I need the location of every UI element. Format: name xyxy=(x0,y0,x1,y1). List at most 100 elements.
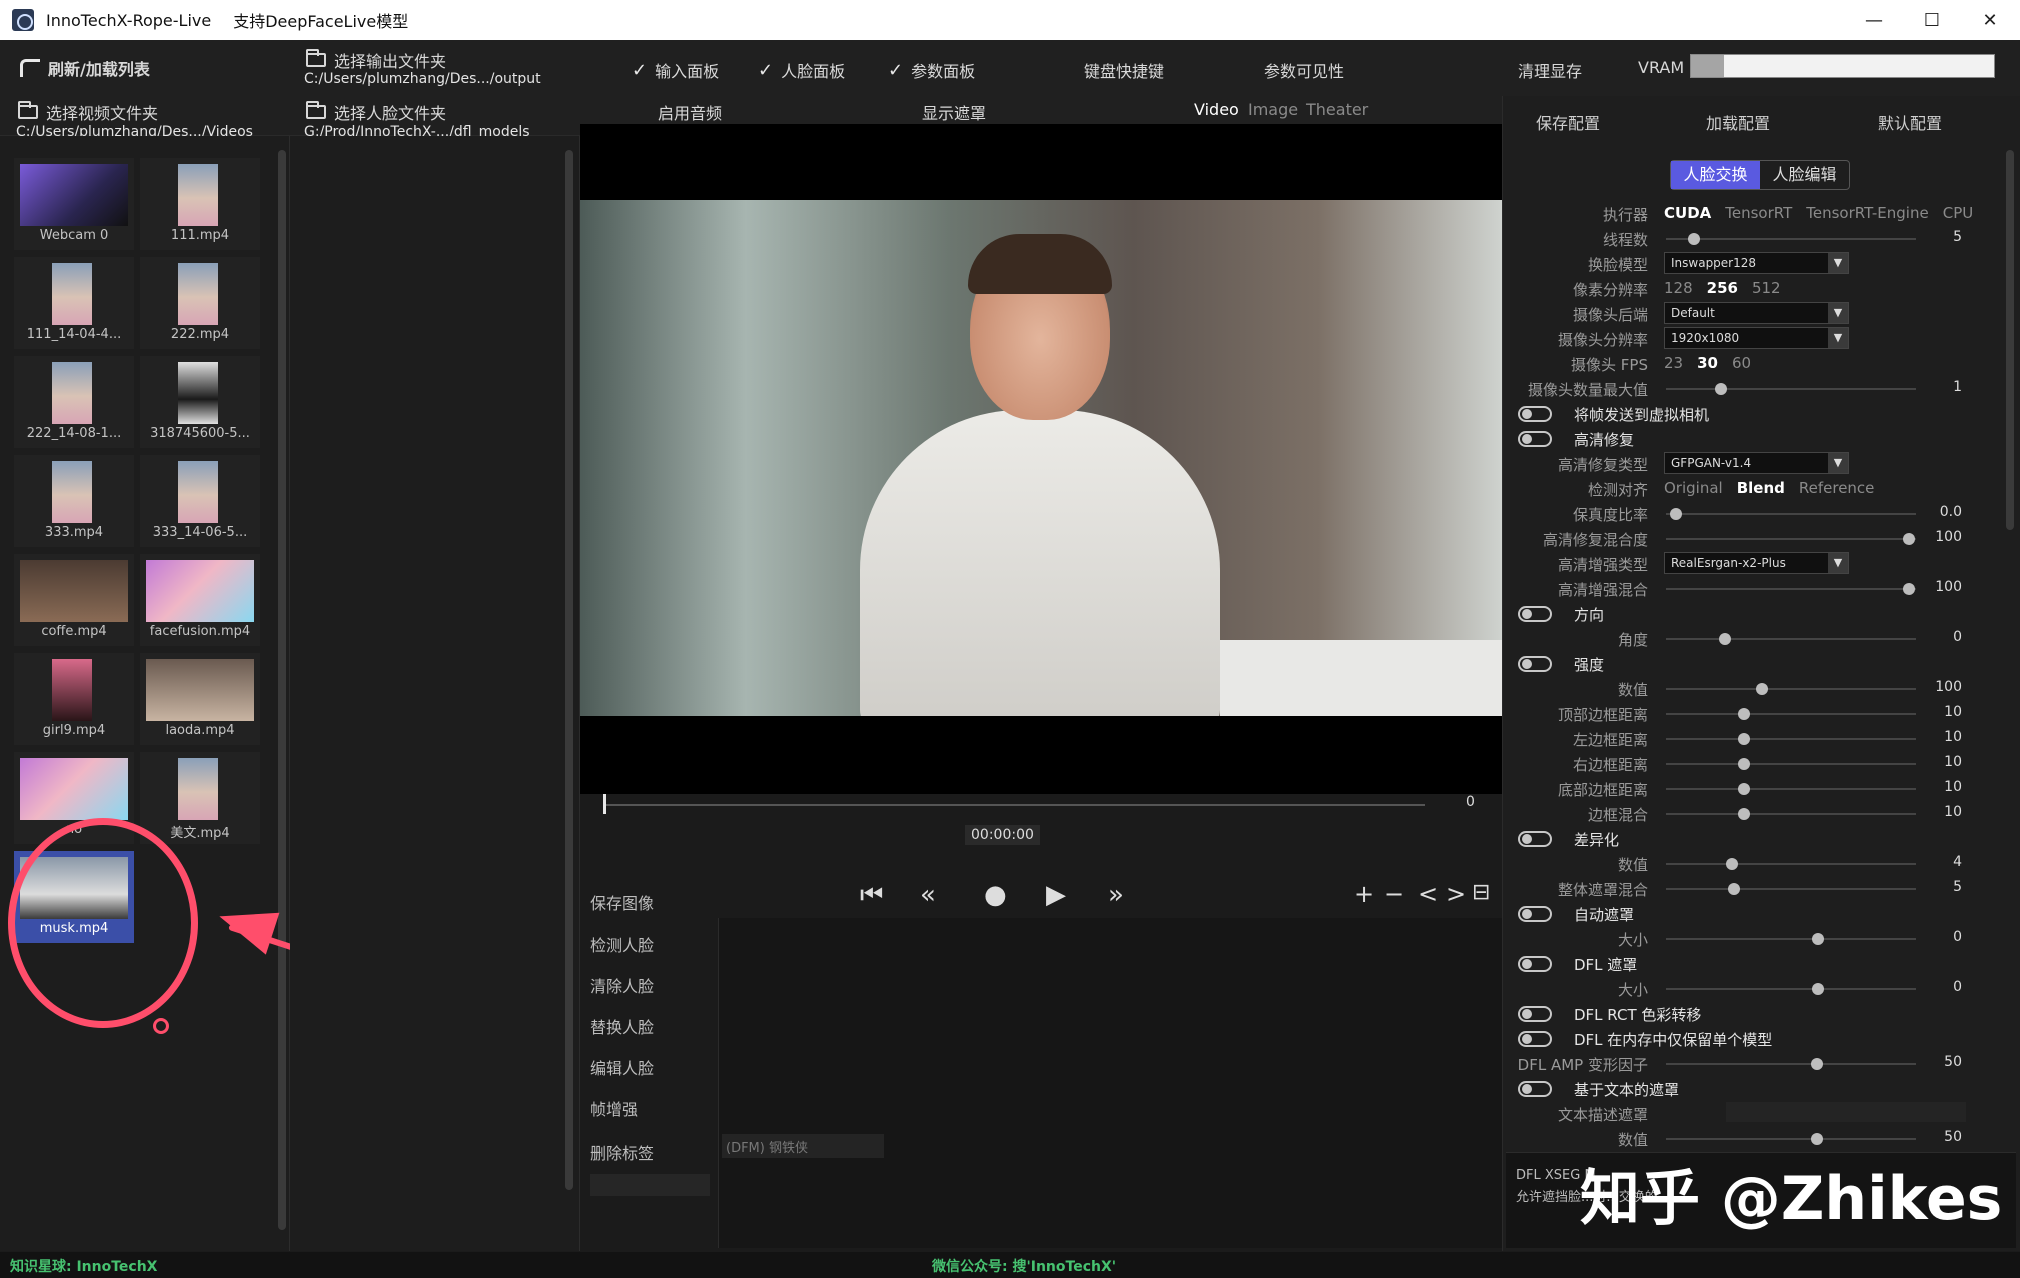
video-thumb-318745600[interactable]: 318745600-5... xyxy=(140,356,260,448)
dfl-amp-knob[interactable] xyxy=(1811,1058,1823,1070)
left-border-knob[interactable] xyxy=(1738,733,1750,745)
record-icon[interactable]: ● xyxy=(984,880,1007,910)
diff-toggle[interactable] xyxy=(1518,831,1552,847)
save-name-input[interactable] xyxy=(590,1174,710,1196)
strength-knob[interactable] xyxy=(1756,683,1768,695)
keyboard-shortcuts-button[interactable]: 键盘快捷键 xyxy=(1084,58,1164,82)
pixel-res-256[interactable]: 256 xyxy=(1707,279,1738,297)
strength-value[interactable]: 100 xyxy=(1912,679,1962,695)
refresh-list-button[interactable]: 刷新/加载列表 xyxy=(20,56,150,80)
dfl-mask-toggle[interactable] xyxy=(1518,956,1552,972)
dfl-size-value[interactable]: 0 xyxy=(1912,979,1962,995)
text-desc-input[interactable] xyxy=(1726,1102,1966,1122)
border-blend-value[interactable]: 10 xyxy=(1912,804,1962,820)
enhance-type-select[interactable]: RealEsrgan-x2-Plus ▼ xyxy=(1664,552,1849,574)
video-thumb-laoda[interactable]: laoda.mp4 xyxy=(140,653,260,745)
dfl-amp-value[interactable]: 50 xyxy=(1912,1054,1962,1070)
enhance-blend-slider[interactable] xyxy=(1666,588,1916,590)
skip-start-icon[interactable]: ⏮ xyxy=(860,880,883,911)
cam-max-knob[interactable] xyxy=(1715,383,1727,395)
dfl-single-toggle[interactable] xyxy=(1518,1031,1552,1047)
right-border-slider[interactable] xyxy=(1666,763,1916,765)
cam-backend-select[interactable]: Default ▼ xyxy=(1664,302,1849,324)
diff-slider[interactable] xyxy=(1666,863,1916,865)
border-blend-slider[interactable] xyxy=(1666,813,1916,815)
face-panel-toggle[interactable]: ✓ 人脸面板 xyxy=(758,58,845,82)
hd-blend-slider[interactable] xyxy=(1666,538,1916,540)
left-border-slider[interactable] xyxy=(1666,738,1916,740)
executor-cpu[interactable]: CPU xyxy=(1943,204,1974,222)
edit-faces-button[interactable]: 编辑人脸 xyxy=(590,1055,654,1079)
strength-slider[interactable] xyxy=(1666,688,1916,690)
bottom-border-knob[interactable] xyxy=(1738,783,1750,795)
top-border-value[interactable]: 10 xyxy=(1912,704,1962,720)
video-thumb-girl9[interactable]: girl9.mp4 xyxy=(14,653,134,745)
video-thumb-facefusion[interactable]: facefusion.mp4 xyxy=(140,554,260,646)
video-thumb-meiwen[interactable]: 美文.mp4 xyxy=(140,752,260,844)
executor-tensorrt[interactable]: TensorRT xyxy=(1725,204,1792,222)
minimize-button[interactable]: — xyxy=(1845,0,1903,40)
executor-cuda[interactable]: CUDA xyxy=(1664,204,1711,222)
video-thumb-111-14[interactable]: 111_14-04-4... xyxy=(14,257,134,349)
face-list-scrollbar[interactable] xyxy=(565,150,573,1190)
tab-theater[interactable]: Theater xyxy=(1306,100,1368,119)
pixel-res-512[interactable]: 512 xyxy=(1752,279,1781,297)
rewind-icon[interactable]: « xyxy=(920,880,936,910)
remove-marker-icon[interactable]: − xyxy=(1384,880,1404,908)
detect-faces-button[interactable]: 检测人脸 xyxy=(590,932,654,956)
params-scrollbar[interactable] xyxy=(2006,150,2014,530)
auto-size-knob[interactable] xyxy=(1812,933,1824,945)
dfl-size-knob[interactable] xyxy=(1812,983,1824,995)
diff-value[interactable]: 4 xyxy=(1912,854,1962,870)
cam-res-select[interactable]: 1920x1080 ▼ xyxy=(1664,327,1849,349)
select-video-folder-button[interactable]: 选择视频文件夹 xyxy=(18,100,158,124)
angle-slider[interactable] xyxy=(1666,638,1916,640)
top-border-slider[interactable] xyxy=(1666,713,1916,715)
close-button[interactable]: ✕ xyxy=(1961,0,2019,40)
auto-mask-toggle[interactable] xyxy=(1518,906,1552,922)
select-output-folder-button[interactable]: 选择输出文件夹 xyxy=(306,48,446,72)
mask-blend-value[interactable]: 5 xyxy=(1912,879,1962,895)
video-thumb-222[interactable]: 222.mp4 xyxy=(140,257,260,349)
play-icon[interactable]: ▶ xyxy=(1046,880,1066,910)
bottom-border-slider[interactable] xyxy=(1666,788,1916,790)
angle-knob[interactable] xyxy=(1719,633,1731,645)
delete-tag-button[interactable]: 删除标签 xyxy=(590,1140,654,1164)
text-value-knob[interactable] xyxy=(1811,1133,1823,1145)
save-image-button[interactable]: 保存图像 xyxy=(590,890,654,914)
border-blend-knob[interactable] xyxy=(1738,808,1750,820)
text-value[interactable]: 50 xyxy=(1912,1129,1962,1145)
cam-max-slider[interactable] xyxy=(1666,388,1916,390)
text-mask-toggle[interactable] xyxy=(1518,1081,1552,1097)
fidelity-value[interactable]: 0.0 xyxy=(1912,504,1962,520)
tab-video[interactable]: Video xyxy=(1194,100,1239,119)
enable-audio-button[interactable]: 启用音频 xyxy=(658,100,722,124)
swap-model-select[interactable]: Inswapper128 ▼ xyxy=(1664,252,1849,274)
hd-blend-value[interactable]: 100 xyxy=(1912,529,1962,545)
bottom-border-value[interactable]: 10 xyxy=(1912,779,1962,795)
mask-blend-knob[interactable] xyxy=(1728,883,1740,895)
frame-number[interactable]: 0 xyxy=(1466,794,1475,810)
fidelity-slider[interactable] xyxy=(1666,513,1916,515)
select-face-folder-button[interactable]: 选择人脸文件夹 xyxy=(306,100,446,124)
fast-forward-icon[interactable]: » xyxy=(1108,880,1124,910)
pixel-res-128[interactable]: 128 xyxy=(1664,279,1693,297)
threads-slider[interactable] xyxy=(1666,238,1916,240)
left-border-value[interactable]: 10 xyxy=(1912,729,1962,745)
clear-faces-button[interactable]: 清除人脸 xyxy=(590,973,654,997)
video-thumb-111[interactable]: 111.mp4 xyxy=(140,158,260,250)
timeline-track[interactable] xyxy=(603,804,1425,806)
fidelity-knob[interactable] xyxy=(1670,508,1682,520)
auto-size-slider[interactable] xyxy=(1666,938,1916,940)
save-config-button[interactable]: 保存配置 xyxy=(1536,110,1600,134)
prev-marker-icon[interactable]: < xyxy=(1418,880,1438,908)
hd-type-select[interactable]: GFPGAN-v1.4 ▼ xyxy=(1664,452,1849,474)
video-list-scrollbar[interactable] xyxy=(278,150,286,1230)
frame-enhance-button[interactable]: 帧增强 xyxy=(590,1096,638,1120)
cam-max-value[interactable]: 1 xyxy=(1912,379,1962,395)
tab-image[interactable]: Image xyxy=(1248,100,1298,119)
next-marker-icon[interactable]: > xyxy=(1446,880,1466,908)
input-panel-toggle[interactable]: ✓ 输入面板 xyxy=(632,58,719,82)
video-thumb-coffe[interactable]: coffe.mp4 xyxy=(14,554,134,646)
mask-blend-slider[interactable] xyxy=(1666,888,1916,890)
